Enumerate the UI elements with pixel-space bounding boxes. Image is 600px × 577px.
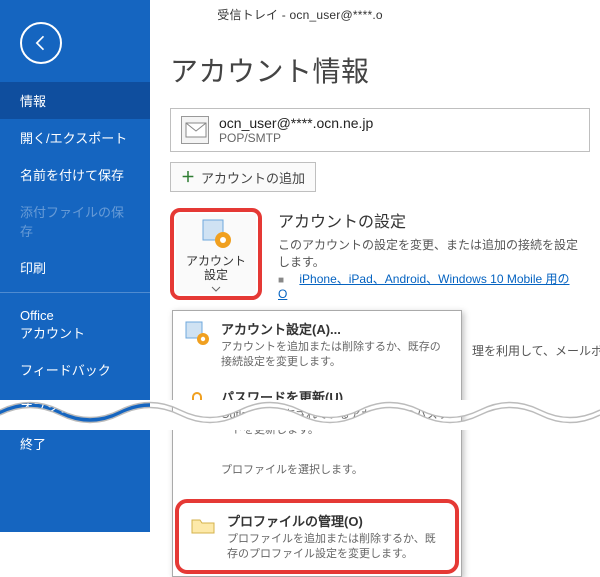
sidebar-divider — [0, 292, 150, 293]
dropdown-item-sub: アカウントを追加または削除するか、既存の接続設定を変更します。 — [221, 340, 451, 371]
dropdown-item-title: プロファイルの管理(O) — [227, 511, 445, 530]
sidebar-item-office-account[interactable]: Office アカウント — [0, 299, 150, 351]
dropdown-select-profile-partial[interactable]: プロファイルを選択します。 — [173, 447, 461, 497]
sidebar-item-save-attachments: 添付ファイルの保存 — [0, 193, 150, 249]
dropdown-item-sub: プロファイルを選択します。 — [221, 463, 363, 478]
account-settings-button-label: アカウント 設定 — [186, 254, 246, 283]
account-settings-button[interactable]: アカウント 設定 — [176, 214, 256, 294]
sidebar-item-feedback[interactable]: フィードバック — [0, 351, 150, 388]
dropdown-item-sub: プロファイルを追加または削除するか、既存のプロファイル設定を変更します。 — [227, 532, 445, 563]
file-sidebar: 情報 開く/エクスポート 名前を付けて保存 添付ファイルの保存 印刷 Offic… — [0, 0, 150, 532]
dropdown-manage-profile[interactable]: プロファイルの管理(O) プロファイルを追加または削除するか、既存のプロファイル… — [175, 499, 459, 575]
sidebar-item-open-export[interactable]: 開く/エクスポート — [0, 119, 150, 156]
account-email: ocn_user@****.ocn.ne.jp — [219, 115, 373, 131]
dropdown-item-sub: Outlook に保存されているアカウントのパスワードを更新します。 — [221, 408, 451, 439]
dropdown-account-settings[interactable]: アカウント設定(A)... アカウントを追加または削除するか、既存の接続設定を変… — [173, 311, 461, 379]
add-account-label: アカウントの追加 — [201, 168, 305, 187]
sidebar-item-options[interactable]: オプション — [0, 388, 150, 425]
account-settings-description: アカウントの設定 このアカウントの設定を変更、または追加の接続を設定します。 ■… — [278, 208, 580, 301]
add-account-button[interactable]: ＋ アカウントの追加 — [170, 162, 316, 192]
account-protocol: POP/SMTP — [219, 131, 373, 145]
dropdown-update-password[interactable]: パスワードを更新(U) Outlook に保存されているアカウントのパスワードを… — [173, 379, 461, 447]
mobile-setup-link[interactable]: iPhone、iPad、Android、Windows 10 Mobile 用の… — [278, 272, 570, 301]
sidebar-item-save-as[interactable]: 名前を付けて保存 — [0, 156, 150, 193]
mailbox-icon — [181, 116, 209, 144]
arrow-left-icon — [31, 33, 51, 53]
sidebar-item-info[interactable]: 情報 — [0, 82, 150, 119]
settings-desc-text: このアカウントの設定を変更、または追加の接続を設定します。 — [278, 236, 580, 270]
plus-icon: ＋ — [181, 167, 195, 187]
sidebar-item-exit[interactable]: 終了 — [0, 425, 150, 462]
sidebar-item-print[interactable]: 印刷 — [0, 249, 150, 286]
profile-select-icon — [183, 461, 211, 489]
account-settings-icon — [183, 319, 211, 347]
account-gear-icon — [199, 216, 233, 250]
bullet-icon: ■ — [278, 275, 284, 286]
dropdown-item-title: アカウント設定(A)... — [221, 319, 451, 338]
truncated-text: 理を利用して、メールボックスの — [472, 342, 600, 359]
back-button[interactable] — [20, 22, 62, 64]
folder-icon — [189, 511, 217, 539]
lock-icon — [183, 387, 211, 415]
chevron-down-icon — [211, 286, 221, 292]
highlight-account-settings-button: アカウント 設定 — [170, 208, 262, 300]
account-settings-dropdown: アカウント設定(A)... アカウントを追加または削除するか、既存の接続設定を変… — [172, 310, 462, 577]
dropdown-item-title: パスワードを更新(U) — [221, 387, 451, 406]
page-title: アカウント情報 — [170, 50, 580, 90]
settings-heading: アカウントの設定 — [278, 208, 580, 232]
account-selector[interactable]: ocn_user@****.ocn.ne.jp POP/SMTP — [170, 108, 590, 152]
